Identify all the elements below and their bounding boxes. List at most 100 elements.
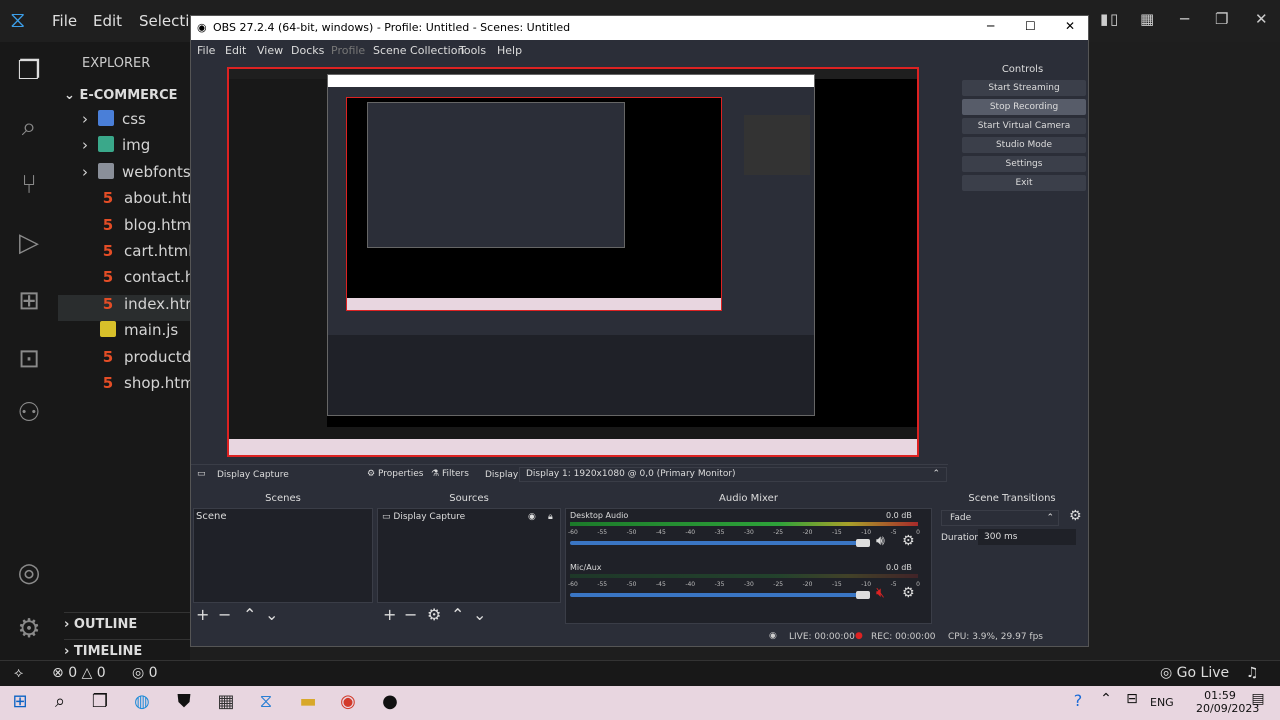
obs-maximize-icon[interactable]: ☐: [1025, 19, 1036, 33]
display-select[interactable]: Display 1: 1920x1080 @ 0,0 (Primary Moni…: [519, 467, 947, 482]
properties-button[interactable]: ⚙ Properties: [367, 469, 423, 479]
move-up-icon[interactable]: ⌃: [451, 605, 464, 624]
obs-menu-docks[interactable]: Docks: [291, 44, 324, 57]
vscode-taskbar-icon[interactable]: ⧖: [252, 691, 280, 712]
file-tree-item[interactable]: 5 cart.html: [58, 242, 190, 268]
remote-icon[interactable]: ⟡: [14, 665, 23, 681]
obs-menu-tools[interactable]: Tools: [459, 44, 486, 57]
obs-menu-file[interactable]: File: [197, 44, 215, 57]
vscode-close-icon[interactable]: ✕: [1255, 10, 1268, 28]
windows-start-icon[interactable]: ⊞: [6, 691, 34, 712]
obs-menu-help[interactable]: Help: [497, 44, 522, 57]
calendar-app-icon[interactable]: ▦: [212, 691, 240, 712]
chrome-icon[interactable]: ◉: [334, 691, 362, 712]
volume-slider-handle[interactable]: [856, 591, 870, 599]
outline-section[interactable]: › OUTLINE: [64, 612, 190, 632]
file-tree-item[interactable]: main.js: [58, 321, 190, 347]
obs-minimize-icon[interactable]: ─: [987, 19, 994, 33]
go-live-button[interactable]: ◎ Go Live: [1160, 665, 1229, 681]
live-share-icon[interactable]: ⚇: [13, 398, 45, 428]
move-down-icon[interactable]: ⌄: [473, 605, 486, 624]
run-debug-icon[interactable]: ▷: [13, 228, 45, 258]
ports-indicator[interactable]: ◎ 0: [132, 665, 158, 681]
move-up-icon[interactable]: ⌃: [243, 605, 256, 624]
layout-panel-icon[interactable]: ▯: [1110, 10, 1118, 28]
control-start-streaming-button[interactable]: Start Streaming: [962, 80, 1086, 96]
problems-indicator[interactable]: ⊗ 0 △ 0: [52, 665, 106, 681]
project-root[interactable]: ⌄ E-COMMERCE: [64, 88, 178, 103]
obs-menu-edit[interactable]: Edit: [225, 44, 246, 57]
notifications-bell-icon[interactable]: ♫: [1246, 665, 1259, 681]
input-language[interactable]: ENG: [1150, 696, 1174, 709]
control-exit-button[interactable]: Exit: [962, 175, 1086, 191]
control-studio-mode-button[interactable]: Studio Mode: [962, 137, 1086, 153]
file-tree-item[interactable]: 5 shop.htm: [58, 374, 190, 400]
obs-menu-scene-collection[interactable]: Scene Collection: [373, 44, 464, 57]
obs-menu-view[interactable]: View: [257, 44, 283, 57]
volume-slider[interactable]: [570, 593, 860, 597]
chevron-right-icon: ›: [82, 110, 88, 128]
obs-preview[interactable]: [227, 67, 919, 457]
vscode-minimize-icon[interactable]: ─: [1180, 10, 1189, 28]
vscode-maximize-icon[interactable]: ❐: [1215, 10, 1228, 28]
control-stop-recording-button[interactable]: Stop Recording: [962, 99, 1086, 115]
files-icon[interactable]: ❐: [13, 56, 45, 86]
edge-icon[interactable]: ◍: [128, 691, 156, 712]
source-properties-gear-icon[interactable]: ⚙: [427, 605, 441, 624]
remote-explorer-icon[interactable]: ⊡: [13, 344, 45, 374]
vscode-menu-edit[interactable]: Edit: [93, 12, 122, 30]
extensions-icon[interactable]: ⊞: [13, 286, 45, 316]
add-scene-icon[interactable]: +: [196, 605, 209, 624]
file-tree-item[interactable]: 5 blog.html: [58, 216, 190, 242]
layout-sidebar-icon[interactable]: ▮: [1100, 10, 1108, 28]
vscode-menu-file[interactable]: File: [52, 12, 77, 30]
add-source-icon[interactable]: +: [383, 605, 396, 624]
transition-select[interactable]: Fade ⌃: [941, 510, 1059, 526]
file-tree-item[interactable]: 5 productd: [58, 348, 190, 374]
obs-taskbar-icon[interactable]: ●: [376, 691, 404, 712]
volume-slider-handle[interactable]: [856, 539, 870, 547]
obs-menu-profile[interactable]: Profile: [331, 44, 365, 57]
action-center-icon[interactable]: ▤: [1244, 691, 1272, 707]
file-tree-item[interactable]: 5 contact.ht: [58, 268, 190, 294]
security-shield-icon[interactable]: ⛊: [170, 691, 198, 712]
file-tree-item[interactable]: 5 index.htm: [58, 294, 190, 321]
remove-source-icon[interactable]: −: [404, 605, 417, 624]
file-tree-item[interactable]: › css: [58, 110, 190, 136]
mute-speaker-icon[interactable]: 🔇︎: [876, 585, 885, 601]
network-icon[interactable]: ⊟: [1118, 691, 1146, 707]
source-control-icon[interactable]: ⑂: [13, 170, 45, 200]
move-down-icon[interactable]: ⌄: [265, 605, 278, 624]
file-tree-item[interactable]: › img: [58, 136, 190, 162]
clock[interactable]: 01:59 20/09/2023: [1196, 689, 1259, 715]
timeline-section[interactable]: › TIMELINE: [64, 639, 190, 659]
obs-close-icon[interactable]: ✕: [1065, 19, 1075, 33]
search-icon[interactable]: ⌕: [13, 112, 45, 143]
lock-icon[interactable]: 🔒︎: [548, 509, 553, 525]
taskbar-search-icon[interactable]: ⌕: [46, 691, 74, 712]
duration-input[interactable]: 300 ms: [978, 529, 1076, 545]
transition-gear-icon[interactable]: ⚙: [1069, 508, 1082, 524]
control-start-virtual-camera-button[interactable]: Start Virtual Camera: [962, 118, 1086, 134]
file-explorer-icon[interactable]: ▬: [294, 691, 322, 712]
filters-button[interactable]: ⚗ Filters: [431, 469, 469, 479]
channel-gear-icon[interactable]: ⚙: [902, 533, 915, 549]
file-tree-item[interactable]: 5 about.htm: [58, 189, 190, 215]
remove-scene-icon[interactable]: −: [218, 605, 231, 624]
obs-menubar: File Edit View Docks Profile Scene Collection…: [191, 40, 1088, 60]
scene-item[interactable]: Scene: [194, 509, 372, 525]
speaker-icon[interactable]: 🔊︎: [876, 533, 885, 549]
vscode-menu-selection[interactable]: Selectic: [139, 12, 191, 30]
volume-slider[interactable]: [570, 541, 860, 545]
layout-customize-icon[interactable]: ▦: [1140, 10, 1154, 28]
tray-chevron-up-icon[interactable]: ⌃: [1092, 691, 1120, 707]
visibility-eye-icon[interactable]: ◉: [528, 509, 536, 525]
help-icon[interactable]: ?: [1064, 691, 1092, 710]
settings-gear-icon[interactable]: ⚙: [13, 614, 45, 644]
channel-gear-icon[interactable]: ⚙: [902, 585, 915, 601]
account-icon[interactable]: ◎: [13, 558, 45, 588]
control-settings-button[interactable]: Settings: [962, 156, 1086, 172]
task-view-icon[interactable]: ❐: [86, 691, 114, 712]
source-item[interactable]: ▭ Display Capture ◉ 🔒︎: [378, 509, 560, 525]
file-tree-item[interactable]: › webfonts: [58, 162, 190, 189]
